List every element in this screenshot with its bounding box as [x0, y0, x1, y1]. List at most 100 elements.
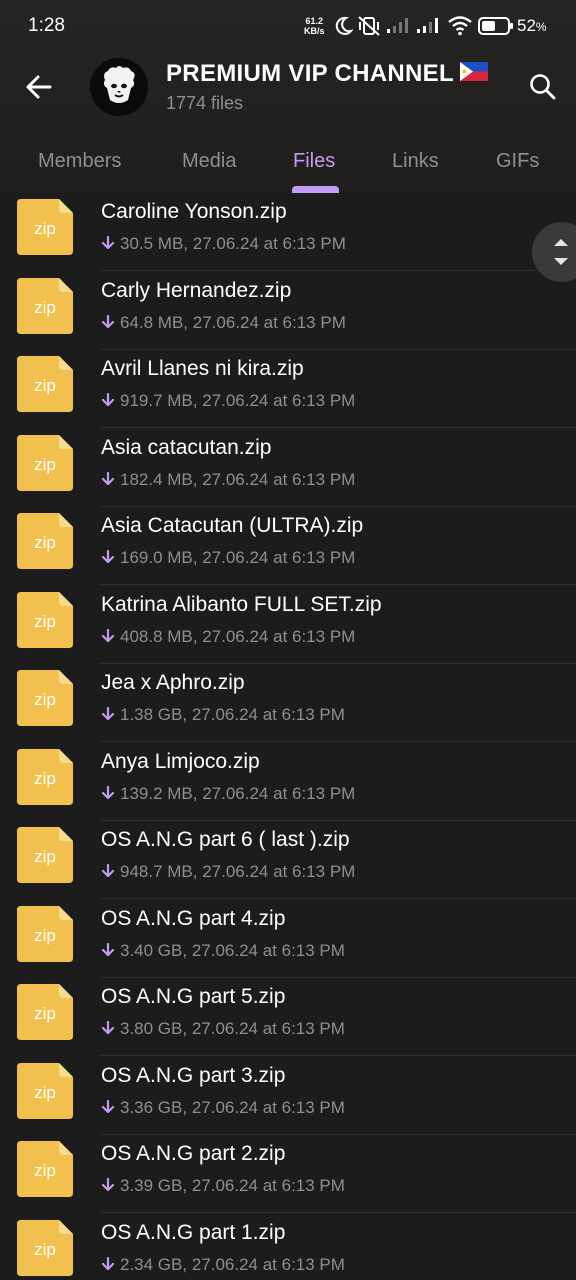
file-name: Asia catacutan.zip: [101, 435, 272, 459]
file-meta: 919.7 MB, 27.06.24 at 6:13 PM: [101, 391, 355, 411]
channel-avatar[interactable]: [90, 58, 148, 116]
file-row[interactable]: zip Jea x Aphro.zip 1.38 GB, 27.06.24 at 6…: [0, 664, 576, 742]
zip-file-icon[interactable]: zip: [17, 434, 73, 491]
chat-header: 1:28 61.2 KB/s 52% PREMIUM VIP CHANNEL 1…: [0, 0, 576, 193]
status-bar: 1:28 61.2 KB/s 52%: [0, 0, 576, 52]
file-type-label: zip: [34, 376, 56, 395]
file-size-date: 182.4 MB, 27.06.24 at 6:13 PM: [120, 469, 356, 489]
zip-file-icon[interactable]: zip: [17, 827, 73, 883]
file-meta: 2.34 GB, 27.06.24 at 6:13 PM: [101, 1255, 345, 1275]
file-size-date: 64.8 MB, 27.06.24 at 6:13 PM: [120, 312, 346, 332]
file-row[interactable]: zip OS A.N.G part 6 ( last ).zip 948.7 MB,…: [0, 821, 576, 899]
network-speed: 61.2 KB/s: [304, 16, 325, 36]
zip-file-icon[interactable]: zip: [17, 905, 73, 962]
file-name: Katrina Alibanto FULL SET.zip: [101, 592, 382, 616]
zip-file-icon[interactable]: zip: [17, 1219, 73, 1276]
zip-file-icon[interactable]: zip: [17, 591, 73, 648]
file-row[interactable]: zip Asia Catacutan (ULTRA).zip 169.0 MB, 2…: [0, 507, 576, 585]
file-list: zip Caroline Yonson.zip 30.5 MB, 27.06.24 …: [0, 193, 576, 1280]
file-meta: 30.5 MB, 27.06.24 at 6:13 PM: [101, 234, 346, 254]
file-type-label: zip: [34, 454, 56, 474]
file-row[interactable]: zip Caroline Yonson.zip 30.5 MB, 27.06.24 …: [0, 193, 576, 271]
file-row[interactable]: zip Katrina Alibanto FULL SET.zip 408.8 MB…: [0, 586, 576, 664]
file-meta: 3.39 GB, 27.06.24 at 6:13 PM: [101, 1176, 345, 1196]
download-arrow-icon: [101, 864, 115, 878]
file-row[interactable]: zip OS A.N.G part 1.zip 2.34 GB, 27.06.24 …: [0, 1214, 576, 1280]
file-size-date: 139.2 MB, 27.06.24 at 6:13 PM: [120, 783, 356, 803]
fast-scroll-handle[interactable]: [532, 222, 576, 282]
file-type-label: zip: [34, 1004, 56, 1023]
file-size-date: 169.0 MB, 27.06.24 at 6:13 PM: [120, 548, 356, 567]
file-type-label: zip: [34, 1161, 56, 1180]
file-size-date: 3.40 GB, 27.06.24 at 6:13 PM: [120, 940, 345, 960]
download-arrow-icon: [101, 1021, 115, 1035]
file-row[interactable]: zip Anya Limjoco.zip 139.2 MB, 27.06.24 at…: [0, 743, 576, 821]
tab-files[interactable]: Files: [293, 150, 335, 173]
file-type-label: zip: [34, 1082, 56, 1102]
tab-media[interactable]: Media: [182, 150, 236, 173]
file-size-date: 408.8 MB, 27.06.24 at 6:13 PM: [120, 626, 356, 646]
network-speed-unit: KB/s: [304, 26, 325, 36]
file-size-date: 30.5 MB, 27.06.24 at 6:13 PM: [120, 234, 346, 253]
file-name: OS A.N.G part 3.zip: [101, 1063, 286, 1087]
file-name: Asia Catacutan (ULTRA).zip: [101, 514, 364, 537]
file-name: OS A.N.G part 6 ( last ).zip: [101, 828, 350, 851]
channel-title-text: PREMIUM VIP CHANNEL: [166, 60, 454, 87]
file-meta: 169.0 MB, 27.06.24 at 6:13 PM: [101, 548, 355, 568]
file-size-date: 919.7 MB, 27.06.24 at 6:13 PM: [120, 391, 356, 410]
file-type-label: zip: [34, 1239, 56, 1259]
download-arrow-icon: [101, 236, 115, 250]
file-size-date: 1.38 GB, 27.06.24 at 6:13 PM: [120, 705, 345, 724]
file-type-label: zip: [34, 768, 56, 788]
file-row[interactable]: zip Asia catacutan.zip 182.4 MB, 27.06.24 …: [0, 429, 576, 507]
file-name: OS A.N.G part 2.zip: [101, 1142, 286, 1165]
download-arrow-icon: [101, 707, 115, 721]
vibrate-off-icon: [358, 16, 380, 36]
do-not-disturb-moon-icon: [335, 16, 353, 35]
zip-file-icon[interactable]: zip: [17, 670, 73, 726]
back-arrow-icon[interactable]: [20, 68, 58, 106]
download-arrow-icon: [101, 550, 115, 564]
search-icon[interactable]: [526, 70, 560, 104]
network-speed-value: 61.2: [305, 16, 324, 26]
zip-file-icon[interactable]: zip: [17, 1141, 73, 1197]
tab-gifs[interactable]: GIFs: [496, 150, 539, 173]
philippines-flag-icon: [459, 62, 488, 82]
zip-file-icon[interactable]: zip: [17, 748, 73, 805]
download-arrow-icon: [101, 785, 115, 799]
file-row[interactable]: zip OS A.N.G part 2.zip 3.39 GB, 27.06.24 …: [0, 1135, 576, 1213]
file-size-date: 2.34 GB, 27.06.24 at 6:13 PM: [120, 1254, 345, 1274]
tab-members[interactable]: Members: [38, 150, 121, 173]
zip-file-icon[interactable]: zip: [17, 356, 73, 412]
zip-file-icon[interactable]: zip: [17, 1062, 73, 1119]
file-name: Anya Limjoco.zip: [101, 749, 260, 773]
tab-bar: Members Media Files Links GIFs: [0, 140, 576, 193]
file-type-label: zip: [34, 690, 56, 709]
download-arrow-icon: [101, 628, 115, 642]
zip-file-icon[interactable]: zip: [17, 199, 73, 255]
file-row[interactable]: zip OS A.N.G part 3.zip 3.36 GB, 27.06.24 …: [0, 1057, 576, 1135]
zip-file-icon[interactable]: zip: [17, 984, 73, 1040]
file-count: 1774 files: [166, 93, 244, 113]
file-row[interactable]: zip Avril Llanes ni kira.zip 919.7 MB, 27.…: [0, 350, 576, 428]
file-type-label: zip: [34, 925, 56, 945]
file-type-label: zip: [34, 847, 56, 866]
file-name: Jea x Aphro.zip: [101, 671, 245, 694]
file-row[interactable]: zip OS A.N.G part 5.zip 3.80 GB, 27.06.24 …: [0, 978, 576, 1056]
file-row[interactable]: zip Carly Hernandez.zip 64.8 MB, 27.06.24 …: [0, 272, 576, 350]
download-arrow-icon: [101, 393, 115, 407]
signal-icon-2: [417, 18, 438, 33]
scroll-handle-icon: [554, 239, 568, 265]
file-name: OS A.N.G part 5.zip: [101, 985, 286, 1008]
file-size-date: 3.39 GB, 27.06.24 at 6:13 PM: [120, 1176, 345, 1195]
file-type-label: zip: [34, 297, 56, 317]
channel-title[interactable]: PREMIUM VIP CHANNEL: [166, 60, 488, 88]
zip-file-icon[interactable]: zip: [17, 277, 73, 334]
download-arrow-icon: [101, 942, 115, 956]
zip-file-icon[interactable]: zip: [17, 513, 73, 569]
file-type-label: zip: [34, 219, 56, 238]
file-type-label: zip: [34, 533, 56, 552]
active-tab-indicator: [292, 186, 339, 193]
tab-links[interactable]: Links: [392, 150, 439, 173]
file-row[interactable]: zip OS A.N.G part 4.zip 3.40 GB, 27.06.24 …: [0, 900, 576, 978]
